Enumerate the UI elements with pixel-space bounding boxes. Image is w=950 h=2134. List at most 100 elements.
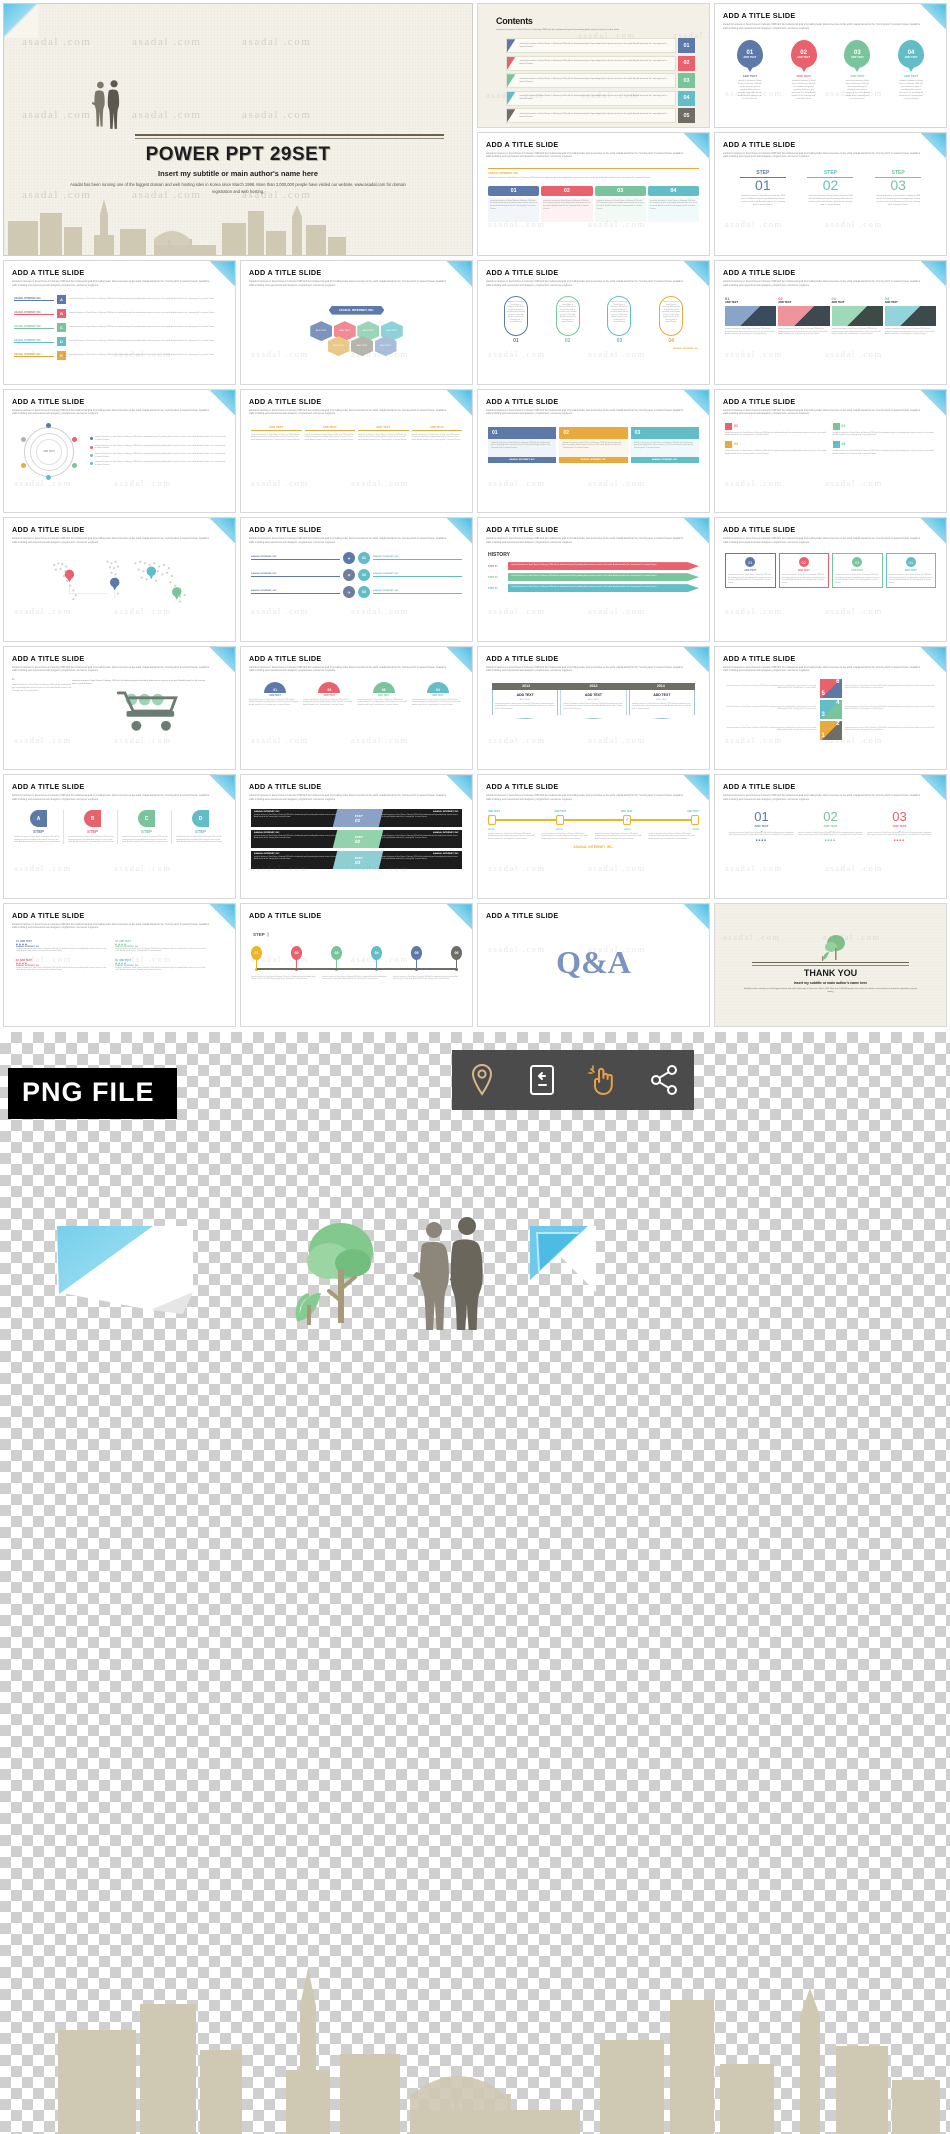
timeline-node[interactable] [555, 815, 564, 826]
card-item[interactable]: 02 ADD TEXT started its business in Seou… [778, 553, 829, 589]
slide-thumb-bignum[interactable]: ADD A TITLE SLIDE started its business i… [714, 774, 947, 899]
slide-thumb-map[interactable]: ADD A TITLE SLIDE started its business i… [3, 517, 236, 642]
slide-thumb-step6[interactable]: ADD A TITLE SLIDE STEP ⟫ 01 02 03 04 05 … [240, 902, 473, 1027]
bullet-item[interactable]: 04. ADD TEXT ◆◆◆◆ ASADAL INTERNET, INC. … [115, 959, 208, 972]
bignum-item[interactable]: 02 ADD TEXT ⌄ started its business in Se… [798, 810, 863, 842]
ribbon-item[interactable]: ADD TEXT ADD TEXT started its business i… [560, 689, 627, 720]
slide-thumb-triangles[interactable]: ADD A TITLE SLIDE started its business i… [714, 645, 947, 770]
slide-thumb-year-ribbons[interactable]: ADD A TITLE SLIDE started its business i… [477, 645, 710, 770]
halfcircle-item[interactable]: 03 ADD TEXT started its business in Seou… [358, 681, 410, 707]
location-pin-icon[interactable] [467, 1063, 497, 1097]
slide-thumb-contents[interactable]: Contents started its business in Seoul K… [477, 3, 710, 128]
slide-thumb-cart[interactable]: ADD A TITLE SLIDE started its business i… [3, 645, 236, 770]
abcd-step-item[interactable]: C STEP started its business in Seoul Kor… [122, 810, 172, 844]
triangle-row[interactable]: started its business in Seoul Korea in F… [723, 678, 938, 698]
bullet-item[interactable]: 03. ADD TEXT ◆◆◆◆ ASADAL INTERNET, INC. … [16, 959, 109, 972]
history-row[interactable]: STEP 01 started its business in Seoul Ko… [488, 562, 699, 571]
step6-item[interactable]: 04 [371, 945, 382, 971]
step6-item[interactable]: 06 [451, 945, 462, 971]
bullet-item[interactable]: 02. ADD TEXT ◆◆◆◆ ASADAL INTERNET, INC. … [115, 940, 208, 953]
slide-thumb-bullets[interactable]: ADD A TITLE SLIDE started its business i… [3, 902, 236, 1027]
device-back-icon[interactable] [527, 1063, 557, 1097]
legend-item[interactable]: started its business in Seoul Korea in F… [90, 445, 227, 450]
node-row[interactable]: ASADAL INTERNET, INC. ✈ 03 ASADAL INTERN… [251, 586, 462, 599]
slide-thumb-history[interactable]: ADD A TITLE SLIDE started its business i… [477, 517, 710, 642]
balloon-item[interactable]: 01 ADD TEXT ADD TEXT started its busines… [736, 40, 763, 101]
balloon-item[interactable]: 04 ADD TEXT ADD TEXT started its busines… [898, 40, 925, 101]
slide-thumb-cover[interactable]: asadal .com asadal .com asadal .com asad… [3, 3, 473, 256]
balloon-item[interactable]: 02 ADD TEXT ADD TEXT started its busines… [790, 40, 817, 101]
slide-thumb-timeline[interactable]: ADD A TITLE SLIDE started its business i… [477, 774, 710, 899]
card-item[interactable]: 03 ADD TEXT started its business in Seou… [832, 553, 883, 589]
abcd-step-item[interactable]: B STEP started its business in Seoul Kor… [68, 810, 118, 844]
ribbon-item[interactable]: ADD TEXT ADD TEXT started its business i… [492, 689, 559, 720]
photo-item[interactable]: 02 ADD TEXT started its business in Seou… [778, 296, 830, 336]
step-item[interactable]: STEP 02 started its business in Seoul Ko… [807, 170, 854, 207]
slide-thumb-table[interactable]: ADD A TITLE SLIDE started its business i… [477, 131, 710, 256]
step6-item[interactable]: 01 [251, 945, 262, 971]
photo-item[interactable]: 01 ADD TEXT started its business in Seou… [725, 296, 777, 336]
slide-thumb-abcd-step[interactable]: ADD A TITLE SLIDE started its business i… [3, 774, 236, 899]
column-item[interactable]: ADD TEXT started its business in Seoul K… [411, 425, 462, 443]
slide-thumb-nodes[interactable]: ADD A TITLE SLIDE started its business i… [240, 517, 473, 642]
slide-thumb-arch[interactable]: ADD A TITLE SLIDE started its business i… [477, 260, 710, 385]
triangle-row[interactable]: started its business in Seoul Korea in F… [723, 699, 938, 719]
list-item[interactable]: started its business in Seoul Korea in F… [506, 38, 695, 54]
abcd-step-item[interactable]: A STEP started its business in Seoul Kor… [14, 810, 64, 844]
legend-item[interactable]: started its business in Seoul Korea in F… [90, 453, 227, 458]
slide-thumb-hex[interactable]: ADD A TITLE SLIDE started its business i… [240, 260, 473, 385]
arch-item[interactable]: started its business in Seoul Korea in F… [607, 296, 632, 344]
list-item[interactable]: ASADAL INTERNET, INC. D started its busi… [14, 336, 225, 347]
node-row[interactable]: ASADAL INTERNET, INC. ✦ 01 ASADAL INTERN… [251, 552, 462, 565]
bar-item[interactable]: 03 started its business in Seoul Korea i… [630, 426, 699, 463]
list-item[interactable]: started its business in Seoul Korea in F… [506, 55, 695, 71]
quad-item[interactable]: 01 started its business in Seoul Korea i… [725, 422, 829, 437]
list-item[interactable]: ASADAL INTERNET, INC. E started its busi… [14, 350, 225, 361]
ribbon-item[interactable]: ADD TEXT ADD TEXT started its business i… [628, 689, 695, 720]
column-item[interactable]: ADD TEXT started its business in Seoul K… [358, 425, 409, 443]
slide-thumb-columns[interactable]: ADD A TITLE SLIDE started its business i… [240, 388, 473, 513]
quad-item[interactable]: 02 started its business in Seoul Korea i… [832, 422, 937, 437]
slide-thumb-quad[interactable]: ADD A TITLE SLIDE started its business i… [714, 388, 947, 513]
share-network-icon[interactable] [649, 1063, 679, 1097]
halfcircle-item[interactable]: 01 ADD TEXT started its business in Seou… [249, 681, 301, 707]
triangle-row[interactable]: started its business in Seoul Korea in F… [723, 720, 938, 740]
slide-thumb-thankyou[interactable]: THANK YOU Insert my subtitle or main aut… [714, 902, 947, 1027]
bar-item[interactable]: 02 started its business in Seoul Korea i… [559, 426, 628, 463]
timeline-node[interactable] [690, 815, 699, 826]
list-item[interactable]: ASADAL INTERNET, INC. A started its busi… [14, 294, 225, 305]
column-item[interactable]: ADD TEXT started its business in Seoul K… [304, 425, 355, 443]
photo-item[interactable]: 04 ADD TEXT started its business in Seou… [884, 296, 936, 336]
black-step-row[interactable]: ASADAL INTERNET, INC. started its busine… [251, 809, 462, 828]
bignum-item[interactable]: 01 ADD TEXT ⌄ started its business in Se… [729, 810, 794, 842]
step6-item[interactable]: 03 [331, 945, 342, 971]
black-step-row[interactable]: ASADAL INTERNET, INC. started its busine… [251, 830, 462, 849]
bignum-item[interactable]: 03 ADD TEXT ⌄ started its business in Se… [867, 810, 932, 842]
step6-item[interactable]: 02 [291, 945, 302, 971]
bar-item[interactable]: 01 started its business in Seoul Korea i… [488, 426, 557, 463]
slide-thumb-steps[interactable]: ADD A TITLE SLIDE started its business i… [714, 131, 947, 256]
halfcircle-item[interactable]: 04 ADD TEXT started its business in Seou… [412, 681, 464, 707]
card-item[interactable]: 01 ADD TEXT started its business in Seou… [725, 553, 776, 589]
abcd-step-item[interactable]: D STEP started its business in Seoul Kor… [176, 810, 225, 844]
arch-item[interactable]: started its business in Seoul Korea in F… [503, 296, 528, 344]
slide-thumb-photo4[interactable]: ADD A TITLE SLIDE started its business i… [714, 260, 947, 385]
step-item[interactable]: STEP 03 started its business in Seoul Ko… [875, 170, 922, 207]
step-item[interactable]: STEP 01 started its business in Seoul Ko… [739, 170, 786, 207]
node-row[interactable]: ASADAL INTERNET, INC. ☂ 02 ASADAL INTERN… [251, 569, 462, 582]
hand-cursor-icon[interactable] [587, 1063, 619, 1097]
list-item[interactable]: started its business in Seoul Korea in F… [506, 90, 695, 106]
slide-thumb-balloons[interactable]: ADD A TITLE SLIDE started its business i… [714, 3, 947, 128]
quad-item[interactable]: 04 started its business in Seoul Korea i… [832, 440, 937, 455]
list-item[interactable]: ASADAL INTERNET, INC. B started its busi… [14, 308, 225, 319]
slide-thumb-qa[interactable]: ADD A TITLE SLIDE Q&A asadal .com asadal… [477, 902, 710, 1027]
list-item[interactable]: started its business in Seoul Korea in F… [506, 108, 695, 124]
step6-item[interactable]: 05 [411, 945, 422, 971]
legend-item[interactable]: started its business in Seoul Korea in F… [90, 436, 227, 441]
list-item[interactable]: ASADAL INTERNET, INC. C started its busi… [14, 322, 225, 333]
legend-item[interactable]: started its business in Seoul Korea in F… [90, 461, 227, 466]
timeline-node-checked[interactable]: ✓ [623, 815, 632, 826]
arch-item[interactable]: started its business in Seoul Korea in F… [659, 296, 684, 344]
balloon-item[interactable]: 03 ADD TEXT ADD TEXT started its busines… [844, 40, 871, 101]
history-row[interactable]: STEP 02 started its business in Seoul Ko… [488, 573, 699, 582]
